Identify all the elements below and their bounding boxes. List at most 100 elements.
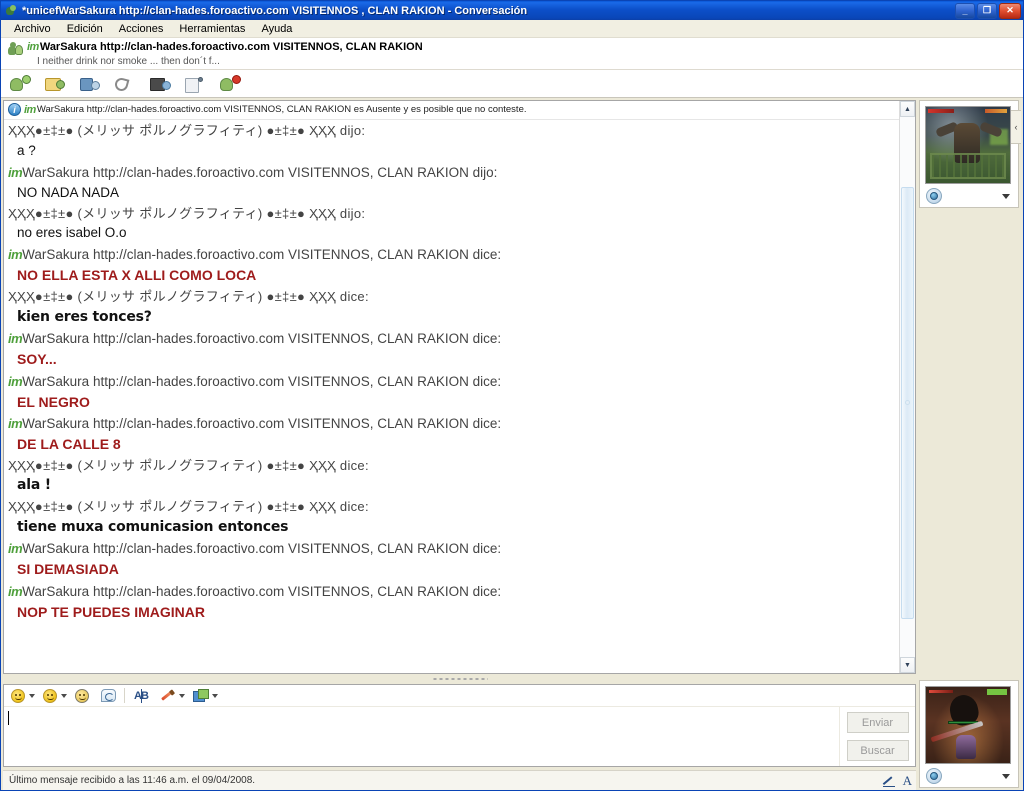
im-badge-icon: im (8, 164, 23, 180)
message-text: EL NEGRO (17, 393, 90, 410)
messenger-contact-icon (4, 4, 18, 18)
message-sender-line: im WarSakura http://clan-hades.foroactivo… (8, 163, 899, 183)
info-icon: i (8, 103, 21, 117)
emoticon-chevron-down-icon[interactable] (29, 693, 35, 698)
invite-contact-icon[interactable] (9, 74, 31, 94)
chat-history-panel: i im WarSakura http://clan-hades.foroact… (3, 100, 916, 674)
webcam-icon[interactable] (926, 768, 942, 784)
wink-chevron-down-icon[interactable] (61, 693, 67, 698)
menu-bar: Archivo Edición Acciones Herramientas Ay… (1, 20, 1023, 38)
message-sender-line: ҲҲҲ●±‡±● (メリッサ ポルノグラフィティ) ●±‡±● ҲҲҲ dice… (8, 498, 899, 517)
menu-herramientas[interactable]: Herramientas (172, 21, 252, 37)
im-badge-icon: im (8, 541, 23, 557)
title-bar[interactable]: *unicefWarSakura http://clan-hades.foroa… (1, 1, 1023, 20)
sender-name: WarSakura http://clan-hades.foroactivo.c… (22, 583, 502, 599)
message-text: no eres isabel O.o (17, 225, 127, 241)
contact-display-picture-card (919, 100, 1019, 209)
contact-avatar-icon (8, 42, 24, 57)
ink-pen-icon[interactable] (882, 774, 896, 787)
font-chevron-down-icon[interactable] (178, 693, 185, 698)
my-display-picture[interactable] (925, 686, 1011, 764)
chat-history[interactable]: i im WarSakura http://clan-hades.foroact… (4, 101, 899, 673)
splitter-grip (431, 677, 488, 681)
message-sender-line: im WarSakura http://clan-hades.foroactivo… (8, 329, 899, 349)
webcam-icon[interactable] (926, 188, 942, 205)
sender-name: WarSakura http://clan-hades.foroactivo.c… (22, 247, 502, 263)
im-badge-icon: im (27, 41, 39, 53)
sender-name: ҲҲҲ●±‡±● (メリッサ ポルノグラフィティ) ●±‡±● ҲҲҲ dice… (8, 457, 369, 473)
action-toolbar (1, 70, 1023, 99)
menu-archivo[interactable]: Archivo (7, 21, 58, 37)
message-sender-line: im WarSakura http://clan-hades.foroactivo… (8, 414, 899, 434)
font-text-icon[interactable]: A (903, 773, 912, 789)
sender-name: WarSakura http://clan-hades.foroactivo.c… (22, 331, 502, 347)
message-text: NOP TE PUEDES IMAGINAR (17, 603, 205, 620)
away-notice-text: WarSakura http://clan-hades.foroactivo.c… (36, 104, 527, 116)
contact-display-picture[interactable] (925, 106, 1011, 185)
scroll-up-arrow-icon[interactable]: ▲ (900, 101, 915, 118)
window-title: *unicefWarSakura http://clan-hades.foroa… (22, 4, 528, 17)
panel-splitter[interactable] (3, 674, 916, 684)
video-icon[interactable] (149, 74, 171, 94)
im-badge-icon: im (8, 247, 23, 263)
my-dp-footer (925, 764, 1013, 784)
contact-name: WarSakura http://clan-hades.foroactivo.c… (39, 41, 423, 53)
im-badge-icon: im (8, 331, 23, 347)
wink-picker-icon[interactable] (43, 688, 57, 703)
collapse-sidebar-button[interactable]: ‹ (1010, 110, 1021, 145)
chat-scrollbar[interactable]: ▲ ▼ (899, 101, 915, 673)
send-button[interactable]: Enviar (846, 712, 909, 733)
message-text: SOY... (17, 351, 57, 368)
message-text: a ? (17, 142, 36, 158)
activities-icon[interactable] (184, 74, 206, 94)
emoticon-picker-icon[interactable] (11, 688, 25, 703)
message-sender-line: im WarSakura http://clan-hades.foroactivo… (8, 372, 899, 392)
sender-name: ҲҲҲ●±‡±● (メリッサ ポルノグラフィティ) ●±‡±● ҲҲҲ dijo… (8, 123, 366, 139)
message-sender-line: im WarSakura http://clan-hades.foroactivo… (8, 539, 899, 559)
message-sender-line: im WarSakura http://clan-hades.foroactivo… (8, 582, 899, 602)
search-button[interactable]: Buscar (846, 740, 909, 761)
sender-name: WarSakura http://clan-hades.foroactivo.c… (22, 164, 498, 180)
font-color-icon[interactable] (161, 689, 175, 702)
menu-ayuda[interactable]: Ayuda (254, 21, 299, 37)
sender-name: ҲҲҲ●±‡±● (メリッサ ポルノグラフィティ) ●±‡±● ҲҲҲ dice… (8, 288, 369, 304)
send-files-icon[interactable] (44, 74, 66, 94)
message-text: SI DEMASIADA (17, 561, 119, 578)
toolbar-divider (124, 688, 125, 703)
message-sender-line: ҲҲҲ●±‡±● (メリッサ ポルノグラフィティ) ●±‡±● ҲҲҲ dijo… (8, 122, 899, 141)
im-badge-icon: im (8, 583, 23, 599)
video-call-icon[interactable] (79, 74, 101, 94)
conversation-column: i im WarSakura http://clan-hades.foroact… (3, 98, 916, 790)
my-display-picture-card (919, 680, 1019, 788)
window-controls: _ ❐ ✕ (955, 2, 1021, 19)
contact-header: im WarSakura http://clan-hades.foroactiv… (1, 38, 1023, 71)
voice-clip-icon[interactable] (101, 689, 116, 702)
im-badge-icon: im (8, 416, 23, 432)
message-text: ala ! (17, 477, 51, 494)
status-bar: Último mensaje recibido a las 11:46 a.m.… (3, 770, 916, 790)
menu-edicion[interactable]: Edición (60, 21, 110, 37)
close-button[interactable]: ✕ (999, 2, 1021, 19)
away-notice: i im WarSakura http://clan-hades.foroact… (4, 101, 899, 121)
status-icons: A (882, 773, 912, 789)
scrollbar-track[interactable] (900, 117, 915, 657)
my-dp-chevron-down-icon[interactable] (1002, 773, 1010, 779)
background-chevron-down-icon[interactable] (211, 693, 218, 698)
block-contact-icon[interactable] (219, 74, 241, 94)
voice-call-icon[interactable] (113, 74, 136, 94)
message-sender-line: ҲҲҲ●±‡±● (メリッサ ポルノグラフィティ) ●±‡±● ҲҲҲ dijo… (8, 205, 899, 224)
message-input[interactable] (4, 707, 840, 766)
background-icon[interactable] (192, 689, 209, 702)
contact-dp-chevron-down-icon[interactable] (1002, 193, 1010, 199)
nudge-icon[interactable] (75, 688, 89, 703)
main-area: i im WarSakura http://clan-hades.foroact… (1, 98, 1023, 790)
minimize-button[interactable]: _ (955, 2, 975, 19)
spellcheck-icon[interactable]: AB (133, 688, 149, 703)
scroll-down-arrow-icon[interactable]: ▼ (900, 657, 915, 673)
restore-button[interactable]: ❐ (977, 2, 997, 19)
contact-meta: im WarSakura http://clan-hades.foroactiv… (27, 41, 1017, 67)
im-badge-icon: im (8, 373, 23, 389)
scrollbar-thumb[interactable] (901, 187, 914, 620)
message-text: DE LA CALLE 8 (17, 435, 121, 452)
menu-acciones[interactable]: Acciones (112, 21, 171, 37)
